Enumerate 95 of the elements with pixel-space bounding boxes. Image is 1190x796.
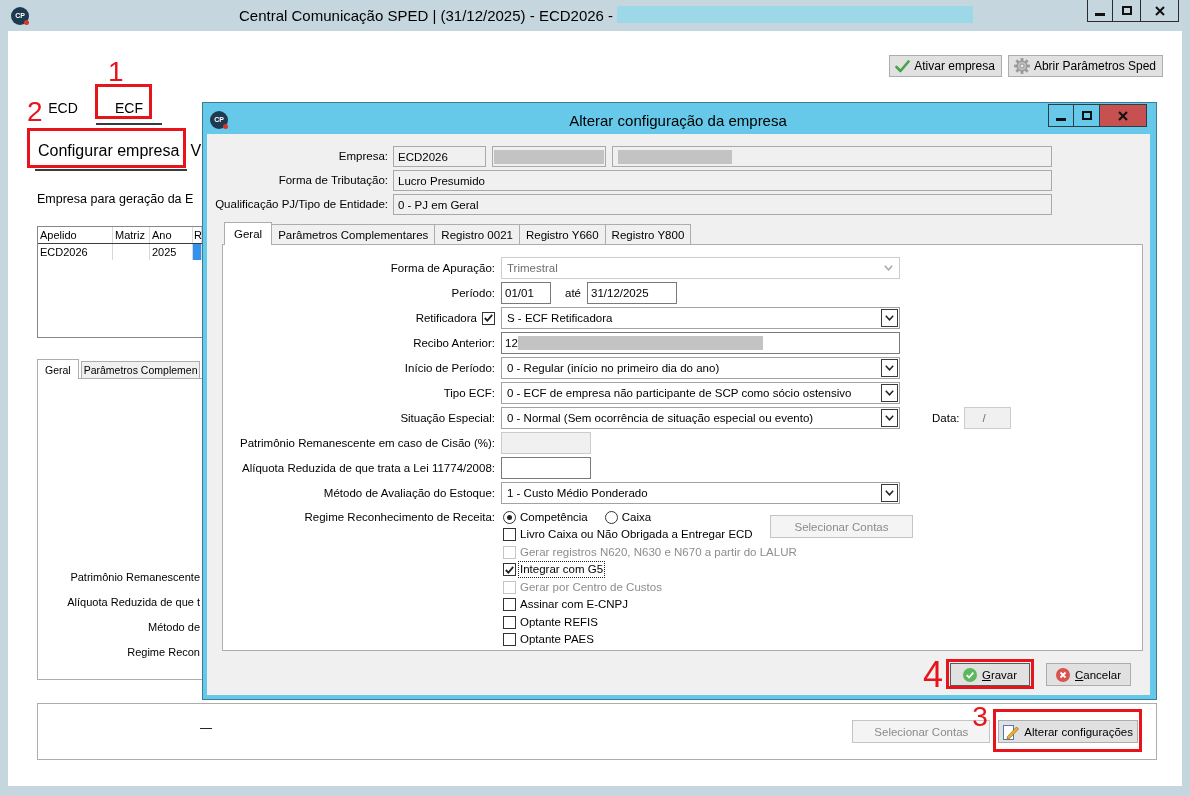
- gear-icon: [1013, 58, 1030, 74]
- tab[interactable]: V: [187, 132, 202, 171]
- checkbox-label: Optante PAES: [519, 632, 595, 648]
- dropdown[interactable]: 0 - ECF de empresa não participante de SCP como sócio ostensivo: [501, 382, 900, 404]
- dialog-title: Alterar configuração da empresa: [569, 111, 787, 130]
- field-label: Método de Avaliação do Estoque:: [323, 486, 495, 501]
- checkmark-icon: [484, 314, 493, 322]
- field-label: Empresa:: [338, 149, 388, 164]
- field-label: Retificadora: [415, 311, 477, 326]
- field-label: Situação Especial:: [400, 411, 495, 426]
- checkbox-label: Optante REFIS: [519, 614, 599, 630]
- field-label: Método de: [148, 620, 200, 635]
- dropdown[interactable]: 0 - Normal (Sem ocorrência de situação especial ou evento): [501, 407, 900, 429]
- checkbox[interactable]: [503, 615, 516, 629]
- field-label: Alíquota Reduzida de que trata a Lei 11774/2008:: [242, 461, 495, 476]
- parameters-button[interactable]: Abrir Parâmetros Sped: [1007, 55, 1163, 77]
- field-label: Recibo Anterior:: [413, 336, 495, 351]
- minimize-button[interactable]: [1048, 104, 1074, 127]
- checkbox[interactable]: [503, 598, 516, 612]
- read-only-field: Lucro Presumido: [393, 170, 1052, 191]
- minimize-icon: [1095, 13, 1105, 16]
- close-button[interactable]: [1141, 0, 1179, 22]
- table-header-cell: Apelido: [38, 227, 113, 243]
- edit-icon: [1003, 723, 1020, 740]
- close-icon: [1154, 5, 1165, 16]
- checkbox-label: Assinar com E-CNPJ: [519, 597, 629, 613]
- checkbox[interactable]: [482, 311, 495, 325]
- tab[interactable]: Registro Y800: [604, 224, 692, 244]
- tab[interactable]: Parâmetros Complemen: [80, 361, 201, 378]
- section-caption: Empresa para geração da E: [37, 192, 194, 207]
- tab[interactable]: Geral: [224, 222, 273, 245]
- dropdown[interactable]: 1 - Custo Médio Ponderado: [501, 482, 900, 504]
- checkbox[interactable]: [503, 563, 516, 577]
- tab[interactable]: ECF: [96, 92, 162, 125]
- field-label: Forma de Tributação:: [278, 173, 388, 188]
- input-field[interactable]: [501, 457, 591, 479]
- radio-button[interactable]: [604, 510, 618, 524]
- checkbox-label: Integrar com G5: [519, 562, 605, 578]
- maximize-button[interactable]: [1113, 0, 1141, 22]
- field-label: Início de Período:: [404, 361, 495, 376]
- maximize-icon: [1121, 6, 1132, 15]
- field-label: Data:: [932, 411, 960, 426]
- tab[interactable]: Parâmetros Complementares: [271, 224, 436, 244]
- radio-button[interactable]: [503, 510, 516, 524]
- dropdown[interactable]: 0 - Regular (início no primeiro dia do ano): [501, 357, 900, 379]
- field-label: Regime Reconhecimento de Receita:: [304, 509, 495, 525]
- minimize-icon: [1056, 118, 1066, 121]
- close-icon: [1118, 110, 1128, 121]
- checkbox[interactable]: [503, 528, 516, 542]
- save-button[interactable]: Gravar: [950, 663, 1030, 686]
- check-circle-icon: [962, 667, 977, 682]
- read-only-field: 0 - PJ em Geral: [393, 194, 1052, 215]
- cancel-button[interactable]: Cancelar: [1046, 663, 1131, 686]
- field-label: Forma de Apuração:: [390, 261, 495, 276]
- tab[interactable]: Geral: [37, 359, 79, 379]
- table-cell[interactable]: [193, 244, 202, 260]
- callout-frame: [95, 84, 152, 119]
- x-circle-icon: [1056, 667, 1070, 682]
- field-label: Tipo ECF:: [443, 386, 495, 401]
- dash-text: —: [200, 720, 212, 736]
- read-only-field: ECD2026: [393, 146, 486, 167]
- window-title: Central Comunicação SPED | (31/12/2025) - ECD2026 -: [239, 6, 614, 25]
- tab[interactable]: Configurar empresa: [35, 132, 188, 171]
- field-label: Alíquota Reduzida de que t: [67, 595, 200, 610]
- checkbox-label: Gerar por Centro de Custos: [519, 579, 663, 595]
- activate-company-button[interactable]: Ativar empresa: [889, 55, 1002, 77]
- check-icon: [895, 59, 911, 73]
- maximize-icon: [1081, 111, 1092, 120]
- change-settings-button[interactable]: Alterar configurações: [998, 720, 1138, 743]
- minimize-button[interactable]: [1087, 0, 1113, 22]
- field-label: Qualificação PJ/Tipo de Entidade:: [215, 197, 388, 212]
- checkmark-icon: [505, 565, 514, 574]
- field-label: Período:: [451, 286, 495, 301]
- radio-label: Competência: [519, 509, 589, 525]
- checkbox[interactable]: [503, 633, 516, 647]
- table-cell[interactable]: ECD2026: [38, 244, 113, 260]
- callout-number: 4: [923, 657, 944, 693]
- tab[interactable]: Registro 0021: [434, 224, 520, 244]
- field-label: Patrimônio Remanescente: [70, 570, 200, 585]
- tab[interactable]: Registro Y660: [518, 224, 606, 244]
- chevron-down-icon: [884, 265, 893, 271]
- field-label: Patrimônio Remanescente em caso de Cisão (%):: [239, 436, 495, 451]
- callout-number: 2: [27, 98, 43, 126]
- field-label: Regime Recon: [127, 645, 200, 660]
- date-field[interactable]: 01/01: [501, 282, 551, 304]
- table-header-cell: Matriz: [113, 227, 150, 243]
- range-separator: até: [565, 287, 581, 299]
- callout-number: 1: [108, 58, 124, 86]
- table-header-cell: Ano: [150, 227, 193, 243]
- date-field[interactable]: 31/12/2025: [587, 282, 677, 304]
- text-field[interactable]: 12: [501, 332, 900, 354]
- radio-label: Caixa: [620, 509, 653, 525]
- checkbox-label: Gerar registros N620, N630 e N670 a partir do LALUR: [519, 544, 798, 560]
- checkbox-label: Livro Caixa ou Não Obrigada a Entregar ECD: [519, 527, 754, 543]
- dropdown[interactable]: S - ECF Retificadora: [501, 307, 900, 329]
